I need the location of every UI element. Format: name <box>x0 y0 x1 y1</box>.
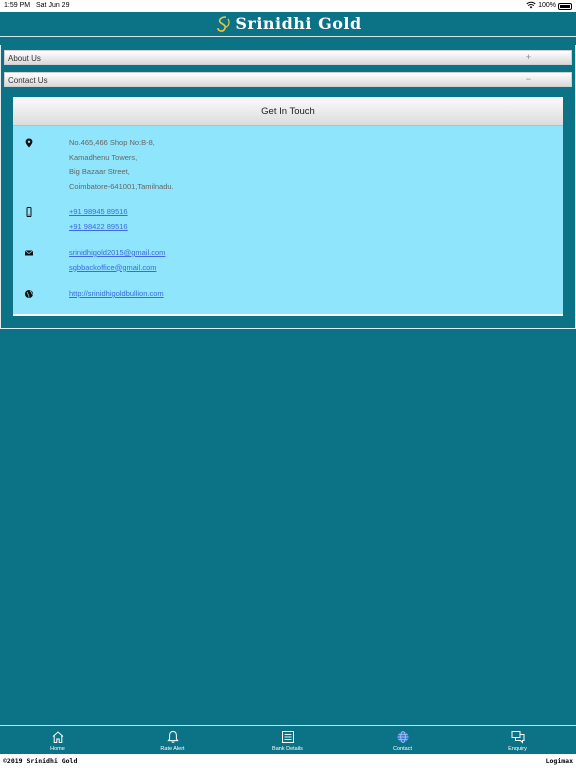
email-link[interactable]: sgbbackoffice@gmail.com <box>69 261 165 276</box>
mobile-phone-icon <box>26 207 32 217</box>
wifi-icon <box>526 1 536 11</box>
website-link[interactable]: http://srinidhigoldbullion.com <box>69 287 164 302</box>
card-bottom-border <box>13 314 563 316</box>
tab-bar: Home Rate Alert Bank Details Contact Enq… <box>0 725 576 754</box>
accordion-contact-label: Contact Us <box>8 76 48 85</box>
bell-icon <box>166 730 179 743</box>
developer-brand: Logimax <box>545 757 573 765</box>
battery-percent: 100% <box>538 2 556 9</box>
phone-link[interactable]: +91 98945 89516 <box>69 205 128 220</box>
status-time: 1:59 PM <box>4 2 31 9</box>
tab-rate-alert[interactable]: Rate Alert <box>115 726 230 755</box>
chat-icon <box>511 731 524 744</box>
globe-icon <box>397 731 408 743</box>
card-title: Get In Touch <box>13 97 563 126</box>
tab-label: Home <box>50 746 65 752</box>
accordion-about-us[interactable]: About Us + <box>4 50 572 65</box>
app-logo: Srinidhi Gold <box>214 14 361 33</box>
tab-enquiry[interactable]: Enquiry <box>460 726 575 755</box>
email-link[interactable]: srinidhigold2015@gmail.com <box>69 246 165 261</box>
home-icon <box>52 731 63 743</box>
phone-link[interactable]: +91 98422 89516 <box>69 220 128 235</box>
list-icon <box>281 731 294 743</box>
header-divider <box>0 36 576 37</box>
accordion-contact-us[interactable]: Contact Us − <box>4 72 572 87</box>
battery-icon <box>558 3 572 10</box>
logo-text: Srinidhi Gold <box>235 14 362 33</box>
globe-icon <box>25 290 34 298</box>
logo-mark-icon <box>217 15 230 32</box>
envelope-icon <box>24 250 34 256</box>
footer: ©2019 Srinidhi Gold Logimax <box>0 754 576 768</box>
app-header: Srinidhi Gold <box>0 12 576 36</box>
collapse-icon: − <box>525 74 531 84</box>
expand-icon: + <box>525 52 531 62</box>
status-bar: 1:59 PM Sat Jun 29 100% <box>0 0 576 12</box>
address-line: Big Bazaar Street, <box>69 167 130 176</box>
tab-bank-details[interactable]: Bank Details <box>230 726 345 755</box>
accordion-about-label: About Us <box>8 54 41 63</box>
location-pin-icon <box>25 138 33 148</box>
tab-home[interactable]: Home <box>0 726 115 755</box>
contact-card: Get In Touch No.465,466 Shop No:B-8, Kam… <box>13 97 563 316</box>
tab-label: Bank Details <box>272 746 303 752</box>
tab-contact[interactable]: Contact <box>345 726 460 755</box>
address-line: Kamadhenu Towers, <box>69 152 138 162</box>
tab-label: Rate Alert <box>160 746 185 752</box>
status-date: Sat Jun 29 <box>36 2 70 9</box>
tab-label: Enquiry <box>508 746 527 752</box>
address-line: Coimbatore-641001,Tamilnadu. <box>69 181 174 191</box>
address-line: No.465,466 Shop No:B-8, <box>69 138 155 147</box>
tab-label: Contact <box>393 746 412 752</box>
app-screen: Srinidhi Gold About Us + Contact Us − Ge… <box>0 12 576 725</box>
copyright-text: ©2019 Srinidhi Gold <box>3 757 78 765</box>
